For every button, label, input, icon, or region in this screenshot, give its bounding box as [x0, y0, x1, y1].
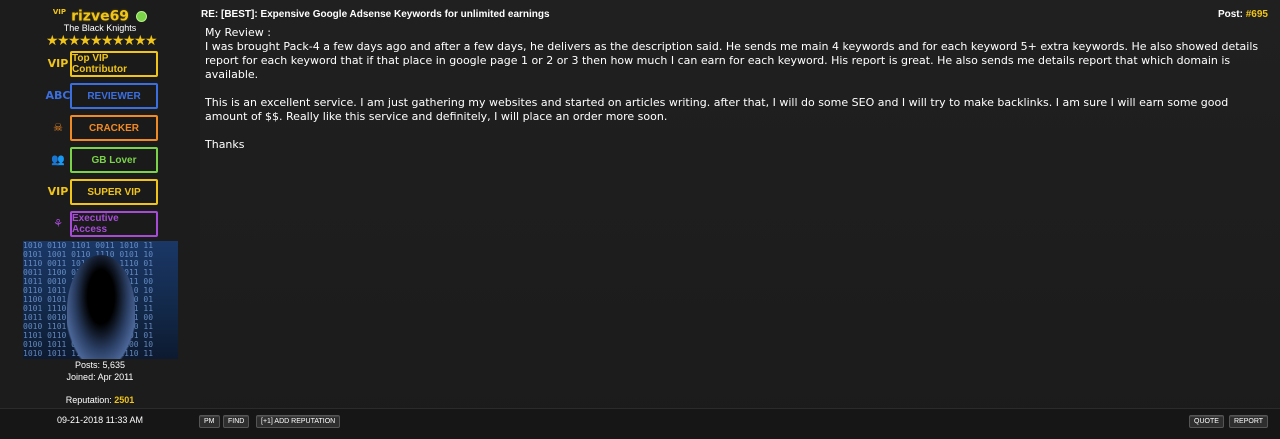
post-number-label: Post:: [1217, 9, 1243, 20]
award-badge: VIP SUPER VIP: [44, 176, 158, 206]
award-icon: VIP: [47, 56, 69, 70]
user-profile-column: VIP rizve69 The Black Knights ★ ★ ★ ★ ★ ★ ★ ★ ★ ★…: [0, 0, 200, 408]
star-icon: ★: [57, 33, 70, 49]
vip-tag: VIP: [52, 8, 66, 16]
body-paragraph: This is an excellent service. I am just …: [205, 96, 1229, 123]
post-count: Posts: 5,635: [74, 360, 126, 370]
avatar[interactable]: 1010 0110 1101 0011 1010 11 0101 1001 01…: [23, 241, 178, 359]
report-button[interactable]: REPORT: [1229, 415, 1269, 428]
find-button[interactable]: FIND: [223, 415, 250, 428]
rank-stars: ★ ★ ★ ★ ★ ★ ★ ★ ★ ★: [46, 33, 158, 49]
award-badge: ⚘ Executive Access: [44, 208, 158, 238]
post-footer: 09-21-2018 11:33 AM PM FIND [+1] ADD REP…: [0, 408, 1280, 439]
award-badge: 👥 GB Lover: [44, 144, 158, 174]
award-icon: 👥: [51, 152, 65, 166]
reputation-label: Reputation:: [65, 395, 112, 405]
star-icon: ★: [46, 33, 59, 49]
body-paragraph: I was brought Pack-4 a few days ago and …: [205, 40, 1259, 81]
pm-button[interactable]: PM: [199, 415, 220, 428]
review-heading: My Review :: [205, 26, 271, 39]
star-icon: ★: [90, 33, 103, 49]
award-badge: VIP Top VIP Contributor: [44, 48, 158, 78]
star-icon: ★: [145, 33, 158, 49]
award-icon: ⚘: [53, 216, 63, 230]
award-badge: ☠ CRACKER: [44, 112, 158, 142]
quote-button[interactable]: QUOTE: [1189, 415, 1224, 428]
award-icon: ABC: [45, 88, 71, 102]
post-body: My Review : I was brought Pack-4 a few d…: [205, 26, 1265, 152]
forum-post: VIP rizve69 The Black Knights ★ ★ ★ ★ ★ ★ ★ ★ ★ ★…: [0, 0, 1280, 439]
star-icon: ★: [68, 33, 81, 49]
award-label: CRACKER: [70, 115, 158, 141]
add-reputation-button[interactable]: [+1] ADD REPUTATION: [256, 415, 341, 428]
user-group: The Black Knights: [63, 23, 137, 33]
award-label: REVIEWER: [70, 83, 158, 109]
award-label: SUPER VIP: [70, 179, 158, 205]
online-status-icon: [136, 11, 148, 22]
star-icon: ★: [134, 33, 147, 49]
reputation-value[interactable]: 2501: [114, 395, 134, 405]
join-date: Joined: Apr 2011: [66, 372, 134, 382]
post-number: Post: #695: [1218, 9, 1268, 20]
star-icon: ★: [101, 33, 114, 49]
star-icon: ★: [79, 33, 92, 49]
hooded-figure-image: [67, 255, 135, 359]
award-label: GB Lover: [70, 147, 158, 173]
post-title: RE: [BEST]: Expensive Google Adsense Key…: [201, 9, 550, 20]
post-number-link[interactable]: #695: [1246, 9, 1268, 20]
award-icon: ☠: [53, 120, 63, 134]
award-icon: VIP: [47, 184, 69, 198]
reputation: Reputation: 2501: [0, 395, 200, 405]
post-date: 09-21-2018 11:33 AM: [57, 415, 143, 425]
award-badge: ABC REVIEWER: [44, 80, 158, 110]
body-thanks: Thanks: [205, 138, 245, 151]
star-icon: ★: [123, 33, 136, 49]
star-icon: ★: [112, 33, 125, 49]
award-label: Executive Access: [70, 211, 158, 237]
username-row: VIP rizve69: [0, 6, 200, 25]
award-label: Top VIP Contributor: [70, 51, 158, 77]
